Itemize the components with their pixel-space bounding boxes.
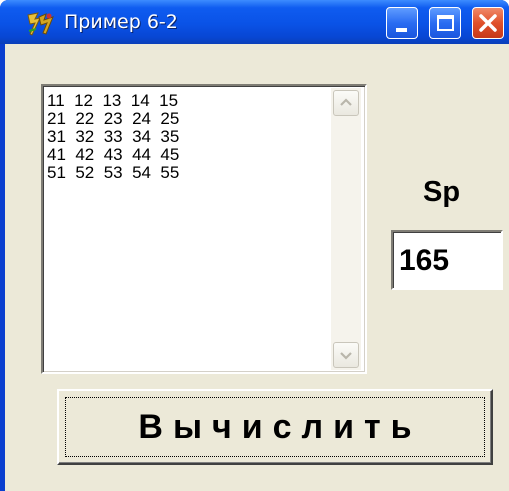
client-area: 11 12 13 14 15 21 22 23 24 25 31 32 33 3… [5, 44, 509, 491]
sum-output-field[interactable]: 165 [391, 230, 503, 290]
memo-line: 51 52 53 54 55 [47, 163, 180, 182]
close-icon [479, 14, 497, 32]
vertical-scrollbar[interactable] [331, 88, 361, 370]
memo-line: 11 12 13 14 15 [47, 91, 179, 110]
scroll-up-button[interactable] [333, 90, 359, 116]
maximize-icon [437, 15, 454, 31]
chevron-down-icon [340, 352, 352, 360]
calculate-button-label: Вычислить [138, 407, 422, 446]
memo-line: 21 22 23 24 25 [47, 109, 180, 128]
memo-content[interactable]: 11 12 13 14 15 21 22 23 24 25 31 32 33 3… [47, 92, 327, 182]
matrix-memo[interactable]: 11 12 13 14 15 21 22 23 24 25 31 32 33 3… [41, 84, 367, 374]
chevron-up-icon [340, 98, 352, 106]
minimize-button[interactable] [386, 7, 418, 39]
delphi-helmet-icon[interactable] [26, 11, 56, 37]
maximize-button[interactable] [429, 7, 461, 39]
memo-line: 41 42 43 44 45 [47, 145, 180, 164]
minimize-icon [396, 28, 407, 32]
title-bar[interactable]: Пример 6-2 [0, 0, 509, 44]
close-button[interactable] [472, 7, 504, 39]
sum-label: Sp [423, 176, 461, 208]
app-window: Пример 6-2 11 12 13 14 15 21 22 23 24 25… [0, 0, 509, 491]
calculate-button[interactable]: Вычислить [57, 389, 493, 465]
window-title: Пример 6-2 [64, 11, 178, 33]
scroll-down-button[interactable] [333, 342, 359, 368]
memo-line: 31 32 33 34 35 [47, 127, 180, 146]
